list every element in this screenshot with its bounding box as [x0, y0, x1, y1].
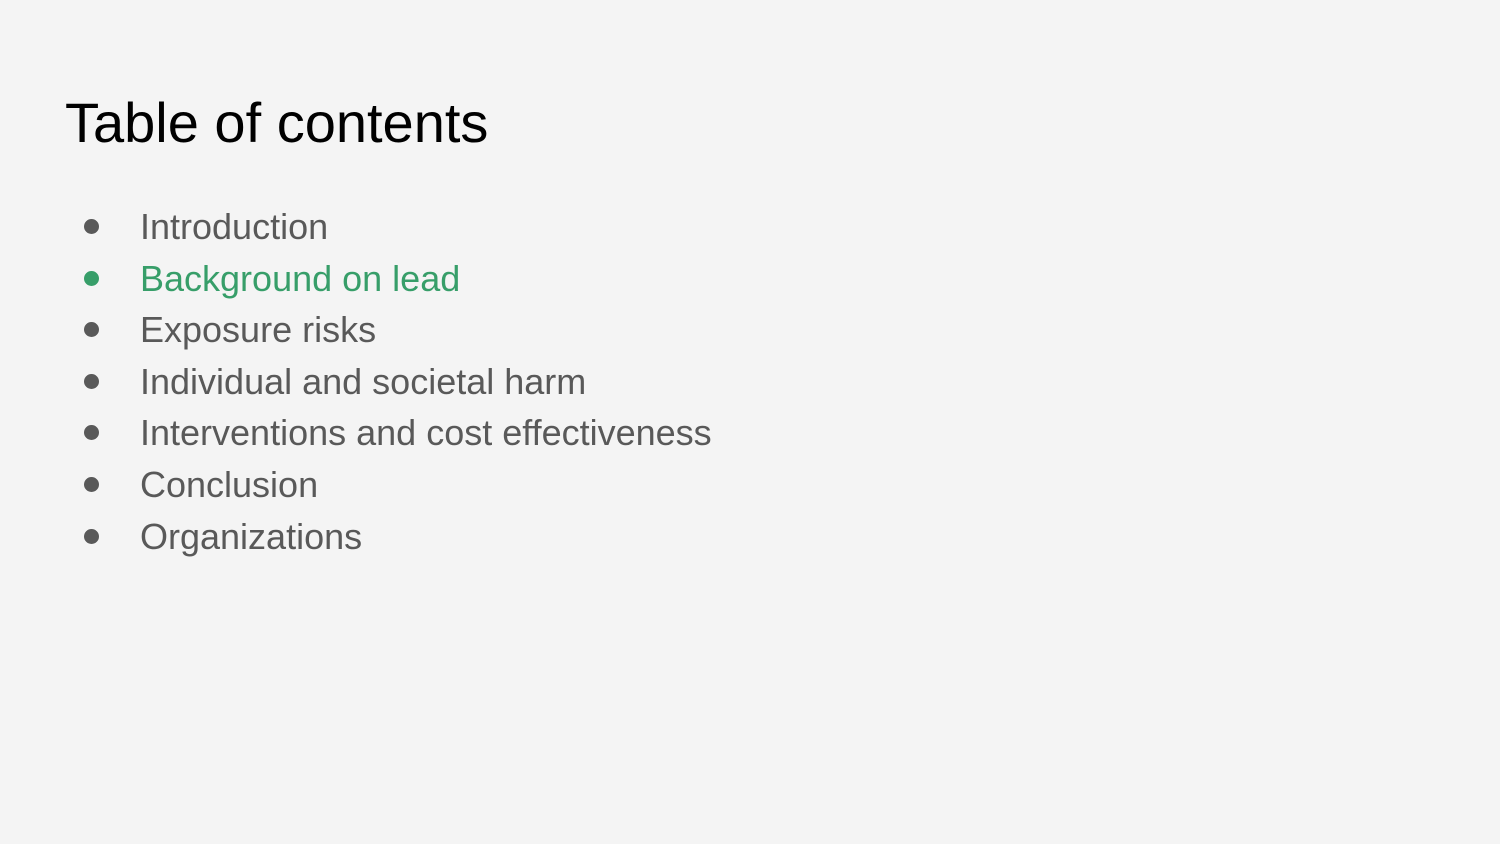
slide: Table of contents Introduction Backgroun…: [0, 0, 1500, 844]
toc-item-label: Interventions and cost effectiveness: [140, 412, 712, 454]
bullet-icon: [84, 322, 99, 338]
toc-item-label: Exposure risks: [140, 309, 377, 351]
bullet-icon: [84, 476, 99, 492]
bullet-icon: [84, 528, 99, 544]
bullet-icon: [84, 425, 99, 441]
bullet-icon: [84, 219, 99, 234]
slide-title: Table of contents: [65, 91, 489, 154]
toc-item-label: Conclusion: [140, 463, 319, 505]
toc-item-label: Introduction: [140, 206, 329, 247]
bullet-icon: [84, 373, 99, 389]
toc-item-label: Individual and societal harm: [140, 360, 587, 402]
toc-item-label: Background on lead: [140, 257, 461, 299]
bullet-icon: [84, 270, 99, 286]
toc-item-label: Organizations: [140, 515, 363, 557]
